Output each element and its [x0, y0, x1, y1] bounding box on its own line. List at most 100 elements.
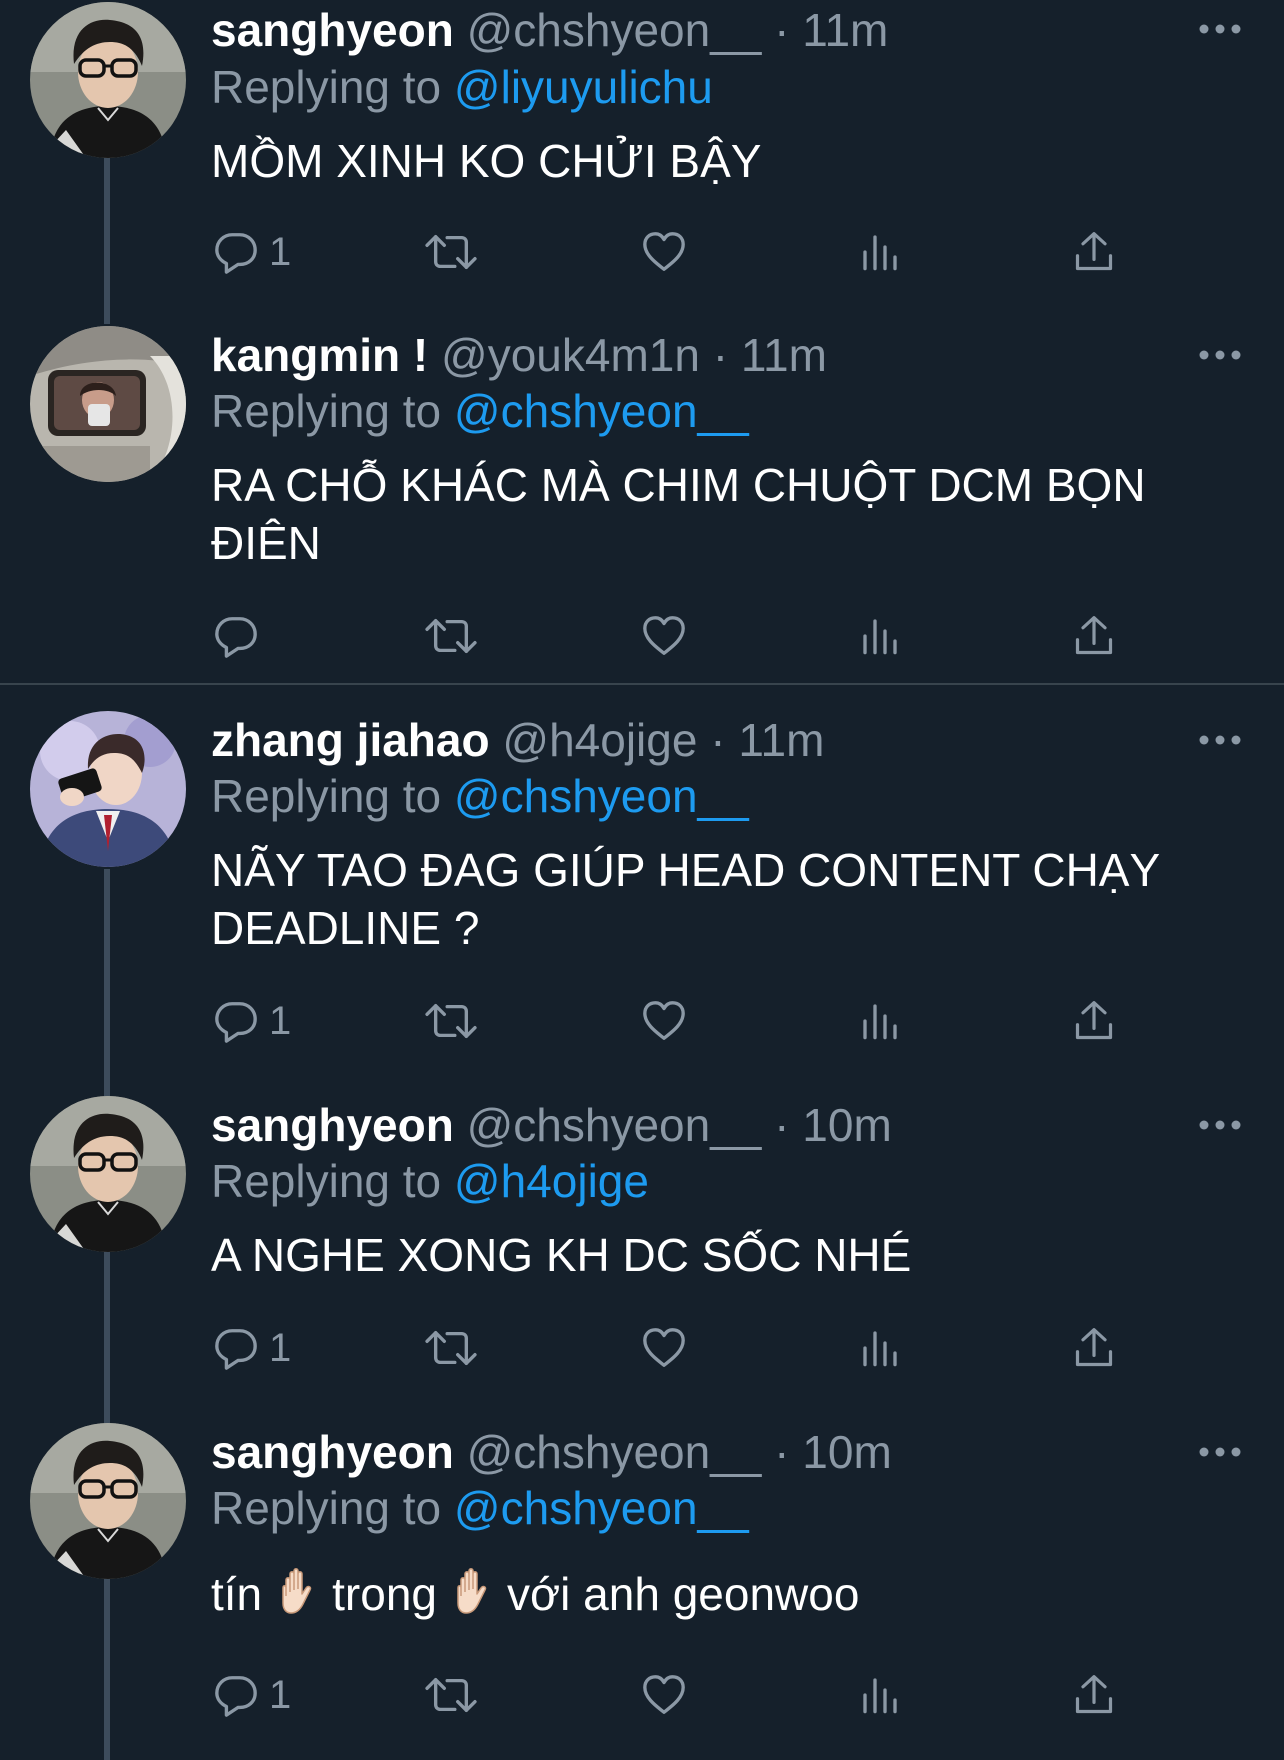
like-icon: [641, 998, 687, 1044]
like-icon: [641, 613, 687, 659]
replying-to-mention[interactable]: @chshyeon__: [454, 770, 749, 822]
reply-count: 1: [269, 229, 292, 274]
more-icon[interactable]: [1196, 1117, 1244, 1133]
tweet-header: sanghyeon @chshyeon__ · 10m: [211, 1096, 892, 1154]
replying-to-label: Replying to: [211, 61, 442, 113]
share-button[interactable]: [1072, 991, 1116, 1051]
raised-hand-emoji: [276, 1566, 320, 1616]
share-button[interactable]: [1072, 1665, 1116, 1725]
share-icon: [1072, 614, 1116, 658]
share-button[interactable]: [1072, 222, 1116, 282]
more-icon[interactable]: [1196, 347, 1244, 363]
tweet-header: kangmin ! @youk4m1n · 11m: [211, 326, 827, 384]
like-button[interactable]: [641, 991, 687, 1051]
avatar[interactable]: [30, 1423, 186, 1579]
like-icon: [641, 1672, 687, 1718]
replying-to-mention[interactable]: @chshyeon__: [454, 1482, 749, 1534]
replying-to-label: Replying to: [211, 385, 442, 437]
user-handle[interactable]: @chshyeon__: [467, 4, 762, 56]
replying-to-mention[interactable]: @h4ojige: [454, 1155, 649, 1207]
tweet-actions: 1: [208, 1665, 1208, 1725]
separator-dot: ·: [774, 4, 790, 56]
tweet-text: tín trong với anh geonwoo: [211, 1565, 1231, 1623]
timestamp[interactable]: 11m: [741, 329, 827, 381]
zhang-jiahao-avatar: [30, 711, 186, 867]
reply-button[interactable]: 1: [213, 991, 291, 1051]
replying-to-mention[interactable]: @chshyeon__: [454, 385, 749, 437]
views-icon: [860, 1001, 900, 1041]
display-name[interactable]: zhang jiahao: [211, 714, 490, 766]
views-icon: [860, 232, 900, 272]
replying-to: Replying to @chshyeon__: [211, 1479, 749, 1537]
reply-icon: [213, 1325, 259, 1371]
retweet-icon: [424, 229, 478, 275]
more-icon[interactable]: [1196, 21, 1244, 37]
like-button[interactable]: [641, 1318, 687, 1378]
avatar[interactable]: [30, 326, 186, 482]
views-button[interactable]: [860, 222, 900, 282]
timestamp[interactable]: 11m: [738, 714, 824, 766]
tweet-text: A NGHE XONG KH DC SỐC NHÉ: [211, 1229, 912, 1281]
tweet-text: MỒM XINH KO CHỬI BẬY: [211, 135, 762, 187]
reply-button[interactable]: 1: [213, 222, 291, 282]
replying-to-label: Replying to: [211, 1482, 442, 1534]
reply-icon: [213, 1672, 259, 1718]
avatar[interactable]: [30, 2, 186, 158]
replying-to: Replying to @h4ojige: [211, 1152, 649, 1210]
avatar[interactable]: [30, 1096, 186, 1252]
user-handle[interactable]: @h4ojige: [502, 714, 697, 766]
tweet-header: sanghyeon @chshyeon__ · 10m: [211, 1423, 892, 1481]
reply-button[interactable]: 1: [213, 1318, 291, 1378]
share-button[interactable]: [1072, 606, 1116, 666]
timestamp[interactable]: 11m: [802, 4, 888, 56]
sanghyeon-avatar: [30, 1423, 186, 1579]
separator-dot: ·: [774, 1426, 790, 1478]
like-button[interactable]: [641, 1665, 687, 1725]
user-handle[interactable]: @chshyeon__: [467, 1099, 762, 1151]
views-button[interactable]: [860, 606, 900, 666]
retweet-button[interactable]: [424, 1318, 478, 1378]
replying-to-mention[interactable]: @liyuyulichu: [454, 61, 713, 113]
sanghyeon-avatar: [30, 1096, 186, 1252]
retweet-icon: [424, 1672, 478, 1718]
replying-to: Replying to @chshyeon__: [211, 382, 749, 440]
retweet-button[interactable]: [424, 991, 478, 1051]
tweet-actions: 1: [208, 222, 1208, 282]
thread-line: [104, 1579, 110, 1760]
reply-count: 1: [269, 998, 292, 1043]
retweet-button[interactable]: [424, 1665, 478, 1725]
views-button[interactable]: [860, 1318, 900, 1378]
tweet-actions: [208, 606, 1208, 666]
views-button[interactable]: [860, 991, 900, 1051]
like-icon: [641, 229, 687, 275]
tweet-header: sanghyeon @chshyeon__ · 11m: [211, 1, 888, 59]
reply-icon: [213, 613, 259, 659]
reply-button[interactable]: 1: [213, 1665, 291, 1725]
retweet-button[interactable]: [424, 606, 478, 666]
avatar[interactable]: [30, 711, 186, 867]
like-button[interactable]: [641, 606, 687, 666]
views-icon: [860, 1328, 900, 1368]
separator-dot: ·: [712, 329, 729, 381]
retweet-button[interactable]: [424, 222, 478, 282]
timestamp[interactable]: 10m: [802, 1099, 891, 1151]
more-icon[interactable]: [1196, 732, 1244, 748]
reply-icon: [213, 229, 259, 275]
timestamp[interactable]: 10m: [802, 1426, 891, 1478]
sanghyeon-avatar: [30, 2, 186, 158]
more-icon[interactable]: [1196, 1444, 1244, 1460]
tweet-header: zhang jiahao @h4ojige · 11m: [211, 711, 824, 769]
share-button[interactable]: [1072, 1318, 1116, 1378]
like-button[interactable]: [641, 222, 687, 282]
user-handle[interactable]: @youk4m1n: [441, 329, 700, 381]
views-button[interactable]: [860, 1665, 900, 1725]
display-name[interactable]: sanghyeon: [211, 1099, 454, 1151]
kangmin-avatar: [30, 326, 186, 482]
views-icon: [860, 616, 900, 656]
display-name[interactable]: kangmin !: [211, 329, 428, 381]
tweet-text-part: trong: [332, 1568, 438, 1620]
display-name[interactable]: sanghyeon: [211, 4, 454, 56]
reply-button[interactable]: [213, 606, 269, 666]
user-handle[interactable]: @chshyeon__: [467, 1426, 762, 1478]
display-name[interactable]: sanghyeon: [211, 1426, 454, 1478]
